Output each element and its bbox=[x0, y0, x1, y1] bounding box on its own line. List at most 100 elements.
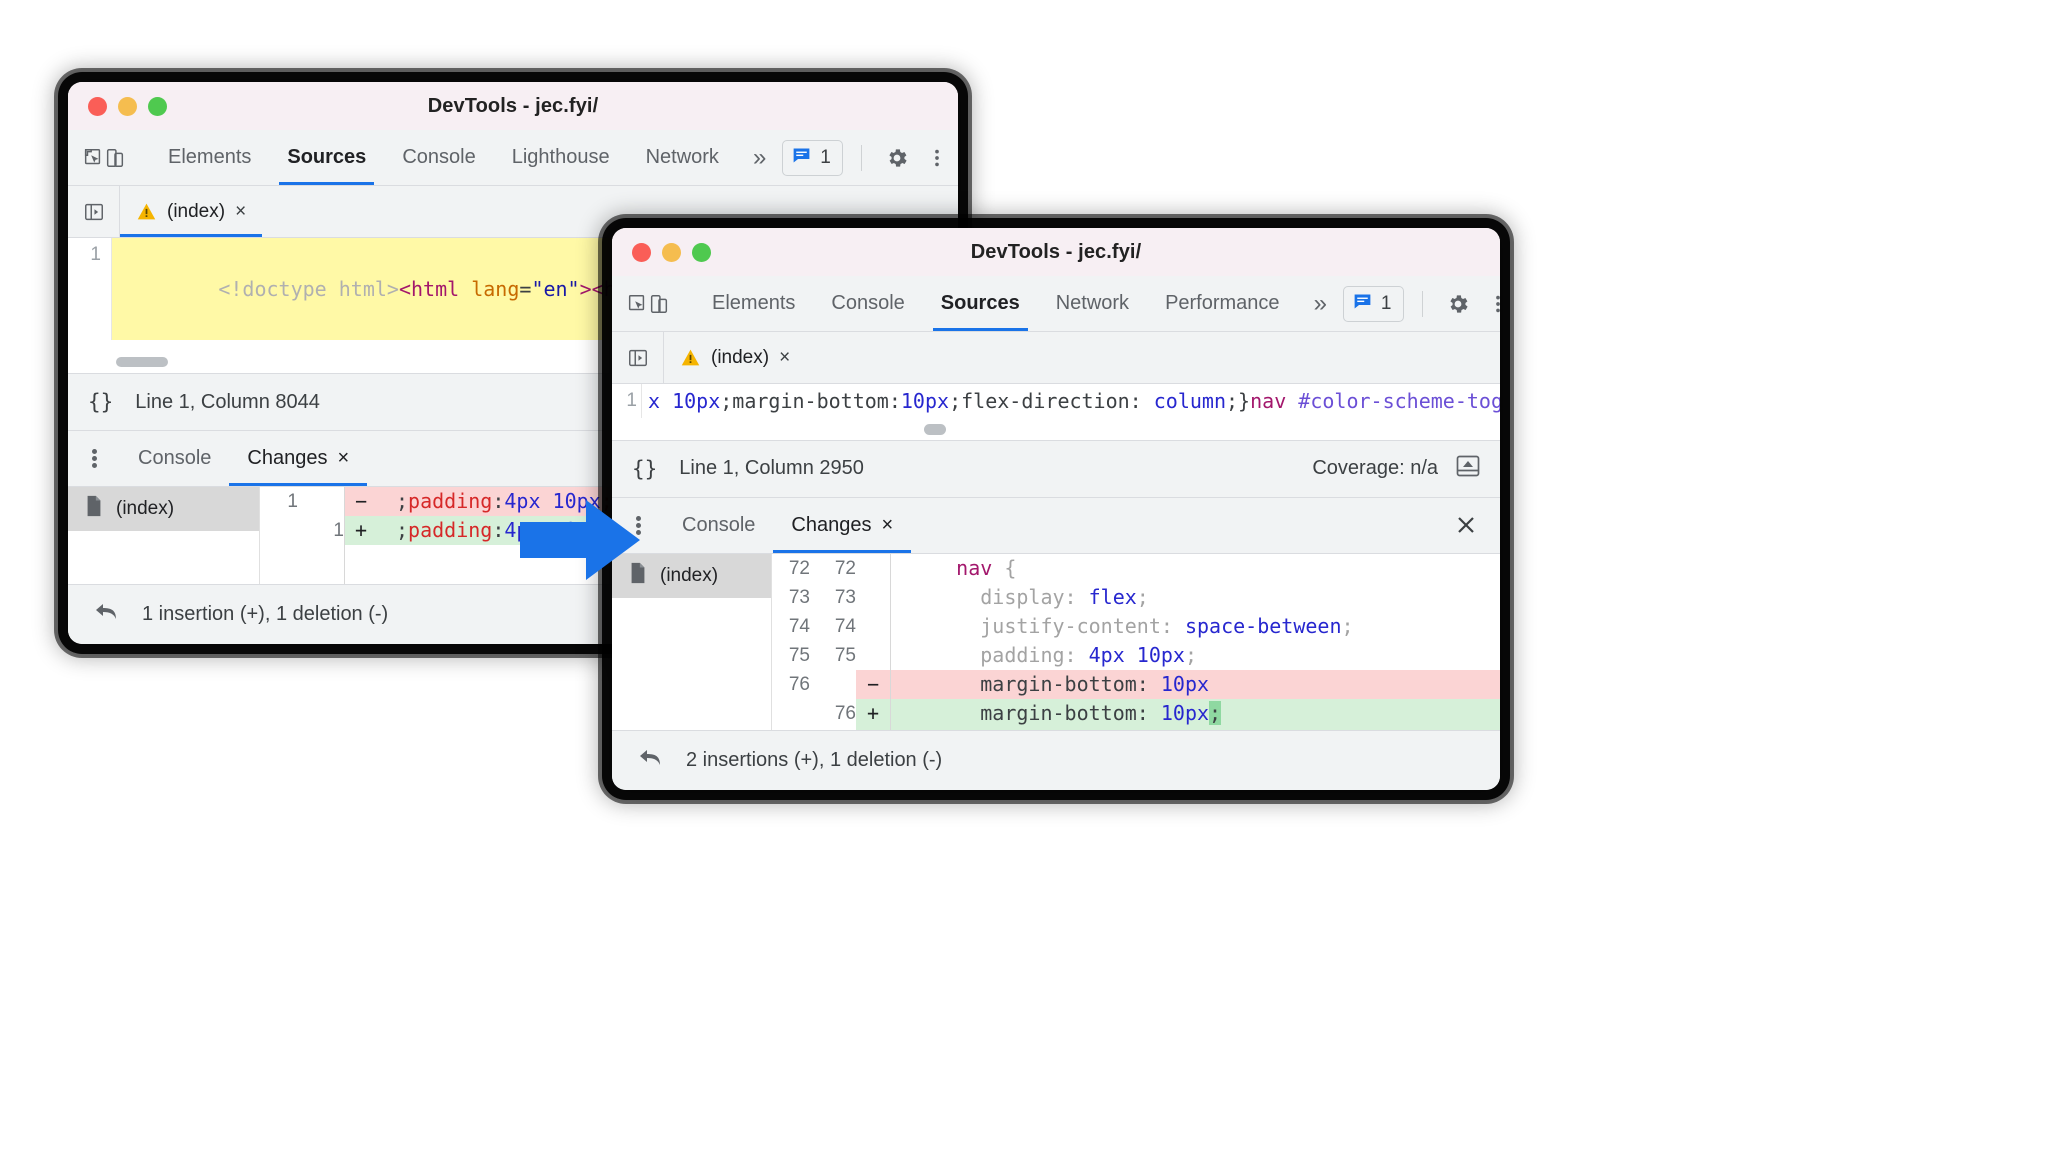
device-toolbar-icon[interactable] bbox=[648, 287, 670, 321]
code-token: : bbox=[492, 489, 505, 513]
code-token: padding bbox=[408, 489, 493, 513]
code-token: ; bbox=[720, 389, 733, 413]
more-panels-chevron-icon[interactable]: » bbox=[1298, 276, 1343, 331]
file-tab-index[interactable]: (index) × bbox=[120, 186, 263, 237]
issues-badge-button[interactable]: 1 bbox=[782, 139, 843, 176]
code-token: space-between bbox=[1184, 613, 1342, 638]
diff-sign: + bbox=[344, 516, 378, 545]
list-item[interactable]: (index) bbox=[68, 487, 259, 531]
maximize-window-button[interactable] bbox=[148, 96, 167, 116]
tab-network[interactable]: Network bbox=[1038, 276, 1147, 331]
panel-tabs[interactable]: Elements Sources Console Lighthouse Netw… bbox=[150, 130, 782, 185]
inspect-element-icon[interactable] bbox=[626, 287, 648, 321]
code-token: ;} bbox=[1226, 389, 1251, 413]
pretty-print-icon[interactable]: {} bbox=[88, 390, 113, 414]
diff-sign bbox=[856, 641, 890, 670]
code-token: { bbox=[992, 555, 1017, 580]
issues-message-icon bbox=[1352, 291, 1373, 317]
diff-sign bbox=[856, 583, 890, 612]
code-token: padding: bbox=[908, 642, 1089, 667]
tab-elements[interactable]: Elements bbox=[694, 276, 813, 331]
changes-diff-view[interactable]: 72 72 nav { 73 73 display: flex; 74 74 j… bbox=[772, 553, 1500, 730]
window-traffic-lights[interactable] bbox=[632, 242, 711, 262]
close-drawer-icon[interactable] bbox=[1432, 498, 1500, 553]
diff-gutter-divider bbox=[890, 553, 891, 730]
tab-lighthouse[interactable]: Lighthouse bbox=[494, 130, 628, 185]
editor-horizontal-scrollbar[interactable] bbox=[612, 423, 1500, 435]
panel-tabs[interactable]: Elements Console Sources Network Perform… bbox=[694, 276, 1343, 331]
code-token: margin-bottom: bbox=[908, 700, 1161, 725]
window-titlebar: DevTools - jec.fyi/ bbox=[612, 228, 1500, 276]
code-token: ; bbox=[1136, 584, 1149, 609]
code-token: display: bbox=[908, 584, 1089, 609]
code-token: nav bbox=[956, 555, 993, 580]
close-icon[interactable]: × bbox=[337, 447, 349, 470]
code-token: padding bbox=[408, 518, 493, 542]
diff-old-line-number: 74 bbox=[788, 615, 810, 637]
gear-icon[interactable] bbox=[1441, 287, 1475, 321]
show-navigator-icon[interactable] bbox=[68, 186, 120, 237]
revert-arrow-icon[interactable] bbox=[94, 601, 122, 629]
file-tab-index[interactable]: (index) × bbox=[664, 332, 807, 383]
kebab-menu-icon[interactable] bbox=[920, 141, 954, 175]
drawer-kebab-menu-icon[interactable] bbox=[68, 431, 120, 486]
devtools-window-after[interactable]: DevTools - jec.fyi/ Elements Console Sou… bbox=[612, 228, 1500, 790]
diff-row-context: 74 74 justify-content: space-between; bbox=[772, 612, 1500, 641]
code-token: flex bbox=[1088, 584, 1137, 609]
drawer-tab-console[interactable]: Console bbox=[120, 431, 229, 486]
devtools-main-toolbar: Elements Sources Console Lighthouse Netw… bbox=[68, 130, 958, 186]
device-toolbar-icon[interactable] bbox=[104, 141, 126, 175]
code-line: 1 x 10px;margin-bottom:10px;flex-directi… bbox=[612, 384, 1500, 418]
close-window-button[interactable] bbox=[632, 242, 651, 262]
close-icon[interactable]: × bbox=[779, 347, 790, 369]
code-token: > bbox=[579, 277, 592, 301]
code-token: 4px 10px bbox=[1088, 642, 1185, 667]
diff-old-line-number bbox=[772, 728, 810, 730]
close-icon[interactable]: × bbox=[881, 514, 893, 537]
drawer-tab-changes[interactable]: Changes × bbox=[773, 498, 911, 553]
toolbar-divider-2 bbox=[860, 144, 862, 171]
diff-old-line-number: 1 bbox=[287, 491, 298, 512]
code-token: ; bbox=[396, 489, 409, 513]
open-drawer-icon[interactable] bbox=[1456, 455, 1480, 483]
tab-elements[interactable]: Elements bbox=[150, 130, 269, 185]
code-line-text: x 10px;margin-bottom:10px;flex-direction… bbox=[642, 384, 1500, 418]
changes-drawer-body: (index) 72 72 nav { 73 73 display: flex;… bbox=[612, 553, 1500, 730]
changes-file-list[interactable]: (index) bbox=[68, 487, 260, 584]
issues-badge-button[interactable]: 1 bbox=[1342, 285, 1404, 322]
pretty-print-icon[interactable]: {} bbox=[632, 457, 657, 481]
close-icon[interactable]: × bbox=[235, 201, 246, 223]
tab-sources[interactable]: Sources bbox=[923, 276, 1038, 331]
code-token: #color-scheme-toggle bbox=[1298, 389, 1500, 413]
tab-performance[interactable]: Performance bbox=[1147, 276, 1298, 331]
gear-icon[interactable] bbox=[880, 141, 914, 175]
line-number: 1 bbox=[68, 238, 112, 340]
show-navigator-icon[interactable] bbox=[612, 332, 664, 383]
code-token: x 10px bbox=[648, 389, 721, 413]
maximize-window-button[interactable] bbox=[692, 242, 711, 262]
source-code-editor[interactable]: 1 x 10px;margin-bottom:10px;flex-directi… bbox=[612, 384, 1500, 440]
code-token: flex-direction: bbox=[961, 389, 1154, 413]
toolbar-divider-2 bbox=[1421, 290, 1423, 317]
drawer-tab-changes-label: Changes bbox=[791, 513, 872, 536]
drawer-tab-changes[interactable]: Changes × bbox=[229, 431, 367, 486]
diff-sign: + bbox=[856, 727, 890, 730]
code-token: ; bbox=[1341, 613, 1354, 638]
tab-console[interactable]: Console bbox=[384, 130, 493, 185]
more-panels-chevron-icon[interactable]: » bbox=[737, 130, 782, 185]
tab-network[interactable]: Network bbox=[628, 130, 737, 185]
kebab-menu-icon[interactable] bbox=[1481, 287, 1501, 321]
tab-console[interactable]: Console bbox=[813, 276, 922, 331]
inspect-element-icon[interactable] bbox=[82, 141, 104, 175]
window-traffic-lights[interactable] bbox=[88, 96, 167, 116]
changes-file-list[interactable]: (index) bbox=[612, 553, 772, 730]
minimize-window-button[interactable] bbox=[662, 242, 681, 262]
diff-new-line-number: 73 bbox=[834, 586, 856, 608]
drawer-tab-console[interactable]: Console bbox=[664, 498, 773, 553]
revert-arrow-icon[interactable] bbox=[638, 747, 666, 775]
tab-sources[interactable]: Sources bbox=[269, 130, 384, 185]
close-window-button[interactable] bbox=[88, 96, 107, 116]
diff-new-line-number: 76 bbox=[834, 702, 856, 724]
minimize-window-button[interactable] bbox=[118, 96, 137, 116]
